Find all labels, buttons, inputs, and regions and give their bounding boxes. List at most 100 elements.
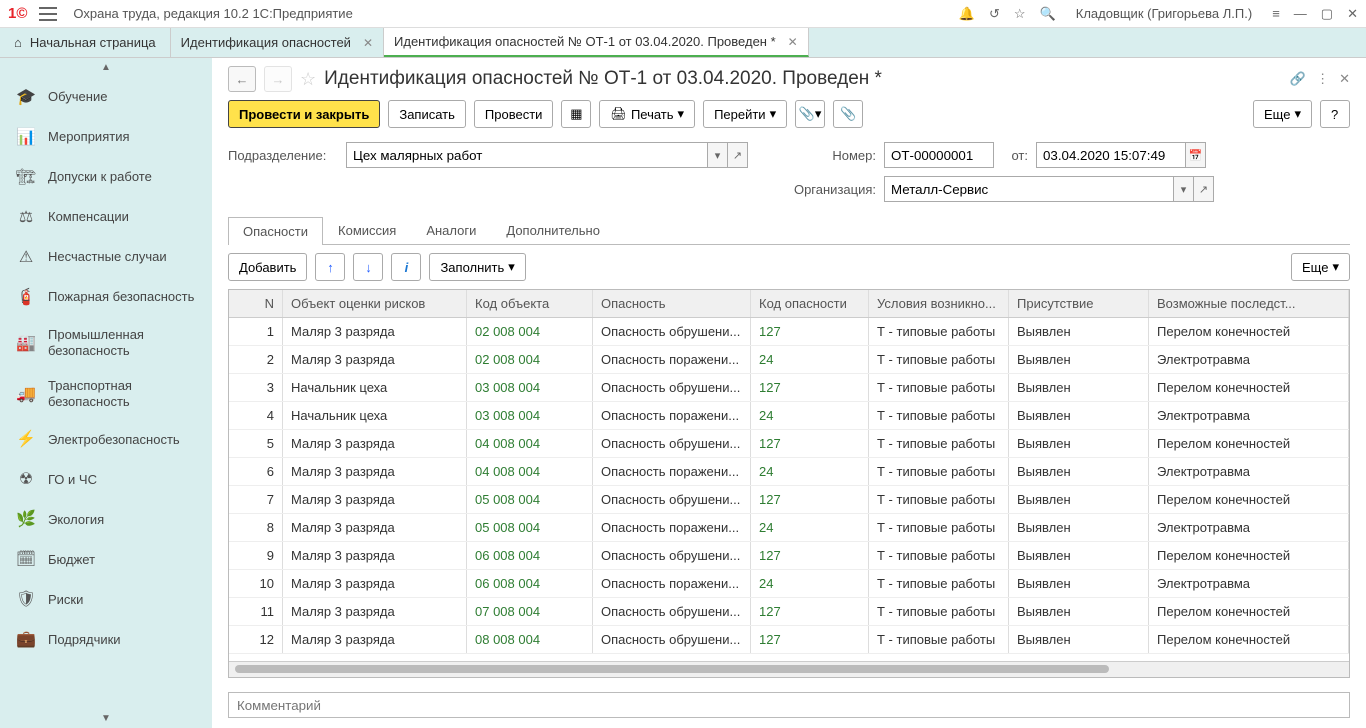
open-icon[interactable]: ↗ [728,142,748,168]
table-row[interactable]: 10Маляр 3 разряда06 008 004Опасность пор… [229,570,1349,598]
calendar-button[interactable]: ▦ [561,100,591,128]
table-row[interactable]: 12Маляр 3 разряда08 008 004Опасность обр… [229,626,1349,654]
close-window-icon[interactable]: ✕ [1347,6,1358,22]
col-consequences[interactable]: Возможные последст... [1149,290,1349,317]
table-row[interactable]: 5Маляр 3 разряда04 008 004Опасность обру… [229,430,1349,458]
history-icon[interactable]: ↺ [989,6,1000,22]
inner-tab[interactable]: Дополнительно [491,216,615,244]
print-button[interactable]: 🖨 Печать ▾ [599,100,695,128]
fill-button[interactable]: Заполнить ▾ [429,253,525,281]
close-icon[interactable]: ✕ [788,35,798,49]
cell-hazard-code[interactable]: 127 [751,318,869,345]
grid-more-button[interactable]: Еще ▾ [1291,253,1350,281]
cell-hazard-code[interactable]: 127 [751,430,869,457]
tab[interactable]: Идентификация опасностей № ОТ-1 от 03.04… [384,28,809,57]
col-presence[interactable]: Присутствие [1009,290,1149,317]
post-and-close-button[interactable]: Провести и закрыть [228,100,380,128]
cell-code[interactable]: 03 008 004 [467,374,593,401]
sidebar-item[interactable]: 🎓Обучение [0,77,212,117]
search-icon[interactable]: 🔍 [1040,6,1056,22]
comment-input[interactable] [228,692,1350,718]
sidebar-item[interactable]: ⚠Несчастные случаи [0,237,212,277]
favorite-icon[interactable]: ☆ [300,69,316,90]
sidebar-item[interactable]: 🏗Допуски к работе [0,157,212,197]
cell-hazard-code[interactable]: 127 [751,486,869,513]
nav-back[interactable]: ← [228,66,256,92]
cell-code[interactable]: 03 008 004 [467,402,593,429]
table-row[interactable]: 4Начальник цеха03 008 004Опасность пораж… [229,402,1349,430]
table-row[interactable]: 7Маляр 3 разряда05 008 004Опасность обру… [229,486,1349,514]
sidebar-item[interactable]: 🧯Пожарная безопасность [0,277,212,317]
subdivision-input[interactable] [346,142,708,168]
table-row[interactable]: 3Начальник цеха03 008 004Опасность обруш… [229,374,1349,402]
sidebar-item[interactable]: ⚖Компенсации [0,197,212,237]
sidebar-item[interactable]: ⚡Электробезопасность [0,419,212,459]
nav-forward[interactable]: → [264,66,292,92]
cell-hazard-code[interactable]: 24 [751,346,869,373]
info-button[interactable]: i [391,253,421,281]
cell-code[interactable]: 05 008 004 [467,486,593,513]
col-object[interactable]: Объект оценки рисков [283,290,467,317]
col-code[interactable]: Код объекта [467,290,593,317]
col-conditions[interactable]: Условия возникно... [869,290,1009,317]
more-button[interactable]: Еще ▾ [1253,100,1312,128]
date-input[interactable] [1036,142,1186,168]
sidebar-item[interactable]: 🗓Бюджет [0,539,212,579]
cell-code[interactable]: 07 008 004 [467,598,593,625]
org-input[interactable] [884,176,1174,202]
sidebar-item[interactable]: 🏭Промышленная безопасность [0,317,212,368]
goto-button[interactable]: Перейти ▾ [703,100,787,128]
col-n[interactable]: N [229,290,283,317]
close-icon[interactable]: ✕ [1339,71,1350,87]
tab-home[interactable]: ⌂ Начальная страница [0,28,171,57]
table-row[interactable]: 2Маляр 3 разряда02 008 004Опасность пора… [229,346,1349,374]
cell-code[interactable]: 06 008 004 [467,570,593,597]
sidebar-scroll-down[interactable]: ▼ [0,709,212,728]
number-input[interactable] [884,142,994,168]
cell-hazard-code[interactable]: 127 [751,626,869,653]
attach-button[interactable]: 📎▾ [795,100,825,128]
sidebar-scroll-up[interactable]: ▲ [0,58,212,77]
cell-code[interactable]: 02 008 004 [467,346,593,373]
minimize-icon[interactable]: — [1294,6,1307,21]
star-icon[interactable]: ☆ [1014,6,1026,22]
sidebar-item[interactable]: 📊Мероприятия [0,117,212,157]
close-icon[interactable]: ✕ [363,36,373,50]
table-row[interactable]: 8Маляр 3 разряда05 008 004Опасность пора… [229,514,1349,542]
maximize-icon[interactable]: ▢ [1321,6,1333,22]
cell-code[interactable]: 05 008 004 [467,514,593,541]
table-row[interactable]: 9Маляр 3 разряда06 008 004Опасность обру… [229,542,1349,570]
post-button[interactable]: Провести [474,100,554,128]
user-label[interactable]: Кладовщик (Григорьева Л.П.) [1076,6,1252,21]
more-icon[interactable]: ⋮ [1316,71,1329,87]
col-hazard-code[interactable]: Код опасности [751,290,869,317]
clip-button[interactable]: 📎 [833,100,863,128]
open-icon[interactable]: ↗ [1194,176,1214,202]
help-button[interactable]: ? [1320,100,1350,128]
bell-icon[interactable]: 🔔 [959,6,975,22]
col-hazard[interactable]: Опасность [593,290,751,317]
cell-code[interactable]: 08 008 004 [467,626,593,653]
sidebar-item[interactable]: 💼Подрядчики [0,619,212,659]
sidebar-item[interactable]: 🚚Транспортная безопасность [0,368,212,419]
dropdown-icon[interactable]: ▾ [1174,176,1194,202]
inner-tab[interactable]: Комиссия [323,216,411,244]
cell-code[interactable]: 02 008 004 [467,318,593,345]
move-up-button[interactable]: ↑ [315,253,345,281]
sidebar-item[interactable]: 🛡Риски [0,579,212,619]
sidebar-item[interactable]: ☢ГО и ЧС [0,459,212,499]
cell-hazard-code[interactable]: 24 [751,458,869,485]
cell-code[interactable]: 04 008 004 [467,430,593,457]
add-button[interactable]: Добавить [228,253,307,281]
cell-hazard-code[interactable]: 24 [751,514,869,541]
table-row[interactable]: 1Маляр 3 разряда02 008 004Опасность обру… [229,318,1349,346]
menu-icon[interactable] [39,7,57,21]
inner-tab[interactable]: Аналоги [411,216,491,244]
cell-hazard-code[interactable]: 24 [751,570,869,597]
move-down-button[interactable]: ↓ [353,253,383,281]
horizontal-scrollbar[interactable] [229,661,1349,677]
cell-code[interactable]: 04 008 004 [467,458,593,485]
dropdown-icon[interactable]: ▾ [708,142,728,168]
table-row[interactable]: 6Маляр 3 разряда04 008 004Опасность пора… [229,458,1349,486]
save-button[interactable]: Записать [388,100,466,128]
